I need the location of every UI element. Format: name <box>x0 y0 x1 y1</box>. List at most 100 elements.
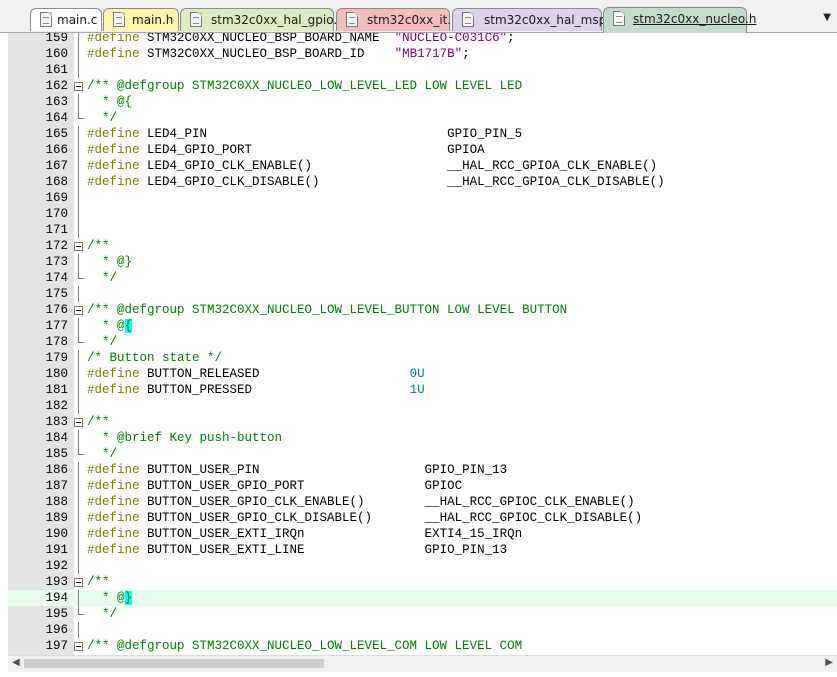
tab-stm32c0xx-hal-gpio-h[interactable]: stm32c0xx_hal_gpio.h <box>180 8 345 31</box>
code-token: "MB1717B" <box>394 47 463 61</box>
code-line[interactable]: 188 #define BUTTON_USER_GPIO_CLK_ENABLE()… <box>8 494 837 510</box>
code-token: * @{ <box>87 95 133 109</box>
code-line[interactable]: 161 <box>8 62 837 78</box>
arrow-right-icon[interactable]: ▶ <box>825 657 833 668</box>
code-line[interactable]: 164 */ <box>8 110 837 126</box>
code-line[interactable]: 173 * @} <box>8 254 837 270</box>
code-token: * @ <box>87 591 125 605</box>
line-number: 170 <box>45 207 68 221</box>
code-token: * @ <box>87 319 125 333</box>
line-number: 166 <box>45 143 68 157</box>
code-line[interactable]: 163 * @{ <box>8 94 837 110</box>
code-line[interactable]: 183 /** <box>8 414 837 430</box>
code-editor[interactable]: 159 #define STM32C0XX_NUCLEO_BSP_BOARD_NA… <box>8 33 837 655</box>
tab-main-c[interactable]: main.c <box>30 8 102 31</box>
fold-collapse-icon[interactable] <box>74 82 83 91</box>
code-line[interactable]: 193 /** <box>8 574 837 590</box>
line-text: * @brief Key push-button <box>87 430 282 446</box>
code-line[interactable]: 182 <box>8 398 837 414</box>
code-line[interactable]: 166 #define LED4_GPIO_PORT GPIOA <box>8 142 837 158</box>
code-token: 0U <box>409 367 425 381</box>
code-line[interactable]: 175 <box>8 286 837 302</box>
code-line[interactable]: 162 /** @defgroup STM32C0XX_NUCLEO_LOW_LE… <box>8 78 837 94</box>
code-line[interactable]: 160 #define STM32C0XX_NUCLEO_BSP_BOARD_ID… <box>8 46 837 62</box>
tab-label: stm32c0xx_hal_gpio.h <box>211 13 345 27</box>
fold-line <box>78 94 79 110</box>
code-line[interactable]: 168 #define LED4_GPIO_CLK_DISABLE() __HAL… <box>8 174 837 190</box>
code-line[interactable]: 174 */ <box>8 270 837 286</box>
line-number: 167 <box>45 159 68 173</box>
fold-collapse-icon[interactable] <box>74 418 83 427</box>
line-text: */ <box>87 334 117 350</box>
line-number: 175 <box>45 287 68 301</box>
code-line[interactable]: 186 #define BUTTON_USER_PIN GPIO_PIN_13 <box>8 462 837 478</box>
code-line[interactable]: 180 #define BUTTON_RELEASED 0U <box>8 366 837 382</box>
fold-collapse-icon[interactable] <box>74 242 83 251</box>
fold-line <box>78 606 84 615</box>
line-text: #define BUTTON_USER_GPIO_PORT GPIOC <box>87 478 462 494</box>
code-line[interactable]: 178 */ <box>8 334 837 350</box>
chevron-down-icon[interactable]: ▼ <box>823 12 831 23</box>
fold-line <box>78 430 79 446</box>
code-line[interactable]: 171 <box>8 222 837 238</box>
fold-collapse-icon[interactable] <box>74 306 83 315</box>
code-line[interactable]: 165 #define LED4_PIN GPIO_PIN_5 <box>8 126 837 142</box>
line-number: 163 <box>45 95 68 109</box>
fold-line <box>78 190 79 206</box>
line-number: 185 <box>45 447 68 461</box>
code-line[interactable]: 185 */ <box>8 446 837 462</box>
arrow-left-icon[interactable]: ◀ <box>12 657 20 668</box>
tab-stm32c0xx-hal-msp-c[interactable]: stm32c0xx_hal_msp.c <box>452 8 617 31</box>
code-token: /** @defgroup STM32C0XX_NUCLEO_LOW_LEVEL… <box>87 639 523 653</box>
code-token: #define <box>87 479 140 493</box>
line-text: #define BUTTON_USER_EXTI_LINE GPIO_PIN_1… <box>87 542 507 558</box>
code-token: BUTTON_USER_EXTI_LINE GPIO_PIN_13 <box>139 543 508 557</box>
line-text: #define BUTTON_USER_GPIO_CLK_ENABLE() __… <box>87 494 635 510</box>
code-line[interactable]: 190 #define BUTTON_USER_EXTI_IRQn EXTI4_1… <box>8 526 837 542</box>
line-number: 171 <box>45 223 68 237</box>
code-line[interactable]: 189 #define BUTTON_USER_GPIO_CLK_DISABLE(… <box>8 510 837 526</box>
code-line[interactable]: 177 * @{ <box>8 318 837 334</box>
scrollbar-thumb[interactable] <box>24 659 324 668</box>
code-line[interactable]: 176 /** @defgroup STM32C0XX_NUCLEO_LOW_LE… <box>8 302 837 318</box>
fold-line <box>78 46 79 62</box>
code-line[interactable]: 192 <box>8 558 837 574</box>
fold-collapse-icon[interactable] <box>74 578 83 587</box>
code-line[interactable]: 172 /** <box>8 238 837 254</box>
code-line[interactable]: 187 #define BUTTON_USER_GPIO_PORT GPIOC <box>8 478 837 494</box>
code-token: #define <box>87 33 140 45</box>
fold-collapse-icon[interactable] <box>74 642 83 651</box>
code-line[interactable]: 195 */ <box>8 606 837 622</box>
horizontal-scrollbar[interactable]: ◀ ▶ <box>8 655 837 672</box>
code-token: LED4_GPIO_PORT GPIOA <box>139 143 485 157</box>
fold-line <box>78 33 79 46</box>
code-token: BUTTON_PRESSED <box>139 383 410 397</box>
fold-line <box>78 494 79 510</box>
code-line[interactable]: 181 #define BUTTON_PRESSED 1U <box>8 382 837 398</box>
code-line[interactable]: 169 <box>8 190 837 206</box>
code-line[interactable]: 179 /* Button state */ <box>8 350 837 366</box>
code-line[interactable]: 194 * @} <box>8 590 837 606</box>
code-token: * @brief Key push-button <box>87 431 283 445</box>
code-line[interactable]: 170 <box>8 206 837 222</box>
line-text: #define LED4_GPIO_CLK_DISABLE() __HAL_RC… <box>87 174 665 190</box>
code-token: BUTTON_USER_EXTI_IRQn EXTI4_15_IRQn <box>139 527 523 541</box>
line-text: */ <box>87 110 117 126</box>
code-line[interactable]: 167 #define LED4_GPIO_CLK_ENABLE() __HAL_… <box>8 158 837 174</box>
fold-line <box>78 334 84 343</box>
tab-main-h[interactable]: main.h <box>103 8 179 31</box>
code-token: */ <box>87 271 118 285</box>
code-line[interactable]: 184 * @brief Key push-button <box>8 430 837 446</box>
code-line[interactable]: 196 <box>8 622 837 638</box>
h-file-icon <box>190 12 202 27</box>
code-line[interactable]: 197 /** @defgroup STM32C0XX_NUCLEO_LOW_LE… <box>8 638 837 654</box>
tab-stm32c0xx-nucleo-h[interactable]: stm32c0xx_nucleo.h <box>603 7 756 33</box>
code-line[interactable]: 191 #define BUTTON_USER_EXTI_LINE GPIO_PI… <box>8 542 837 558</box>
tab-label: stm32c0xx_nucleo.h <box>633 12 757 26</box>
c-file-icon <box>40 12 52 27</box>
code-token: #define <box>87 143 140 157</box>
editor-tab-bar: main.c main.h stm32c0xx_hal_gpio.h stm32… <box>0 0 837 33</box>
tab-stm32c0xx-it-c[interactable]: stm32c0xx_it.c <box>336 8 458 31</box>
code-line[interactable]: 159 #define STM32C0XX_NUCLEO_BSP_BOARD_NA… <box>8 33 837 46</box>
fold-line <box>78 254 79 270</box>
